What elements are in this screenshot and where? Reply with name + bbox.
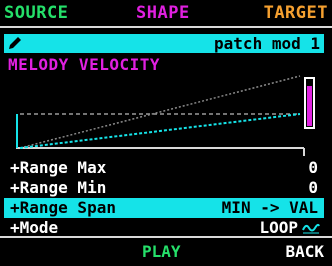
patch-title-bar[interactable]: patch mod 1 bbox=[4, 34, 324, 53]
param-label: +Range Min bbox=[10, 178, 107, 197]
level-meter-fill bbox=[307, 86, 312, 126]
param-value: LOOP bbox=[259, 218, 298, 237]
tab-shape[interactable]: SHAPE bbox=[136, 2, 190, 24]
graph-max-ramp bbox=[19, 75, 301, 149]
patch-title: patch mod 1 bbox=[214, 34, 320, 53]
tab-source[interactable]: SOURCE bbox=[4, 2, 68, 24]
mod-shape-graph bbox=[16, 75, 315, 156]
param-value: 0 bbox=[308, 158, 318, 177]
divider bbox=[0, 26, 332, 28]
param-row-range-span[interactable]: +Range Span MIN -> VAL bbox=[4, 198, 324, 218]
tab-target[interactable]: TARGET bbox=[264, 2, 328, 24]
param-row-mode[interactable]: +Mode LOOP bbox=[4, 218, 324, 238]
divider bbox=[0, 236, 332, 238]
param-value: MIN -> VAL bbox=[221, 198, 318, 217]
param-row-range-max[interactable]: +Range Max 0 bbox=[4, 158, 324, 178]
param-value: 0 bbox=[308, 178, 318, 197]
param-label: +Range Span bbox=[10, 198, 116, 217]
param-label: +Mode bbox=[10, 218, 59, 237]
wave-icon bbox=[302, 223, 320, 234]
param-row-range-min[interactable]: +Range Min 0 bbox=[4, 178, 324, 198]
play-button[interactable]: PLAY bbox=[142, 241, 181, 263]
param-label: +Range Max bbox=[10, 158, 107, 177]
back-button[interactable]: BACK bbox=[285, 241, 324, 263]
pencil-icon bbox=[9, 37, 21, 49]
graph-value-ramp bbox=[19, 113, 301, 149]
